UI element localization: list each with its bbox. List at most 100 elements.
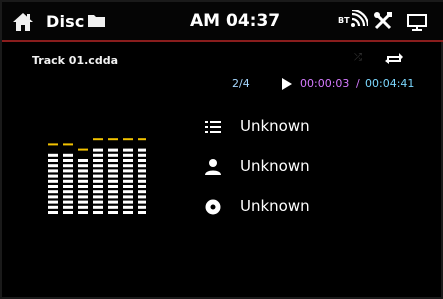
eq-segment [48, 153, 58, 157]
eq-segment [63, 164, 73, 168]
eq-segment [78, 185, 88, 188]
eq-segment [138, 195, 146, 199]
eq-segment [93, 153, 103, 157]
eq-segment [93, 205, 103, 209]
eq-segment [78, 174, 88, 178]
eq-segment [63, 195, 73, 199]
eq-segment [63, 205, 73, 209]
eq-segment [108, 205, 118, 209]
eq-segment [138, 211, 146, 214]
eq-band [93, 138, 103, 214]
eq-segment [48, 169, 58, 173]
eq-segment [78, 169, 88, 173]
eq-segment [138, 179, 146, 183]
eq-peak [78, 148, 88, 151]
source-label[interactable]: Disc [46, 12, 85, 31]
repeat-icon[interactable] [383, 51, 405, 65]
eq-segment [78, 195, 88, 199]
elapsed-time: 00:00:03 [300, 77, 350, 90]
equalizer-visualizer [48, 138, 146, 214]
eq-segment [93, 164, 103, 168]
eq-segment [48, 200, 58, 204]
eq-segment [78, 200, 88, 204]
eq-segment [108, 148, 118, 152]
eq-segment [138, 148, 146, 152]
eq-segment [108, 169, 118, 173]
eq-segment [93, 159, 103, 162]
time-separator: / [356, 77, 360, 90]
eq-band [78, 148, 88, 214]
eq-segment [78, 164, 88, 168]
top-bar-divider [2, 40, 443, 42]
folder-icon[interactable] [88, 14, 105, 27]
eq-segment [93, 174, 103, 178]
eq-peak [108, 138, 118, 141]
eq-peak [63, 143, 73, 146]
eq-segment [78, 211, 88, 214]
eq-band [123, 138, 133, 214]
eq-segment [48, 190, 58, 194]
eq-segment [138, 205, 146, 209]
clock: AM 04:37 [190, 11, 281, 31]
eq-segment [108, 159, 118, 162]
eq-peak [123, 138, 133, 141]
eq-segment [123, 205, 133, 209]
eq-segment [93, 169, 103, 173]
eq-segment [108, 185, 118, 188]
eq-segment [63, 169, 73, 173]
eq-segment [123, 185, 133, 188]
eq-segment [108, 153, 118, 157]
eq-segment [63, 200, 73, 204]
eq-band [63, 143, 73, 214]
eq-segment [63, 153, 73, 157]
eq-segment [138, 174, 146, 178]
eq-segment [93, 179, 103, 183]
display-icon[interactable] [407, 12, 427, 32]
bluetooth-label: BT [338, 16, 350, 25]
eq-band [138, 138, 146, 214]
eq-segment [138, 200, 146, 204]
eq-segment [108, 174, 118, 178]
eq-segment [63, 179, 73, 183]
eq-segment [138, 190, 146, 194]
eq-segment [78, 179, 88, 183]
eq-segment [63, 211, 73, 214]
eq-segment [123, 195, 133, 199]
eq-segment [138, 169, 146, 173]
shuffle-icon[interactable]: ⤮ [354, 52, 362, 63]
eq-segment [108, 195, 118, 199]
eq-segment [138, 185, 146, 188]
eq-segment [108, 211, 118, 214]
tools-icon[interactable] [373, 11, 393, 31]
home-icon[interactable] [12, 12, 34, 32]
play-icon[interactable] [281, 78, 293, 90]
eq-segment [78, 159, 88, 162]
eq-segment [63, 185, 73, 188]
eq-segment [93, 148, 103, 152]
eq-segment [93, 190, 103, 194]
eq-segment [78, 190, 88, 194]
eq-segment [108, 179, 118, 183]
eq-segment [123, 211, 133, 214]
eq-segment [123, 200, 133, 204]
eq-segment [108, 164, 118, 168]
eq-segment [93, 195, 103, 199]
bluetooth-icon[interactable] [350, 10, 368, 28]
eq-segment [123, 153, 133, 157]
track-album: Unknown [240, 197, 310, 215]
eq-peak [138, 138, 146, 141]
disc-icon [205, 199, 221, 215]
eq-segment [63, 190, 73, 194]
total-time: 00:04:41 [365, 77, 415, 90]
eq-segment [48, 211, 58, 214]
eq-segment [108, 200, 118, 204]
eq-segment [78, 205, 88, 209]
eq-segment [138, 164, 146, 168]
eq-segment [48, 185, 58, 188]
eq-segment [123, 179, 133, 183]
eq-segment [48, 179, 58, 183]
track-filename: Track 01.cdda [32, 54, 118, 67]
eq-segment [138, 159, 146, 162]
track-title: Unknown [240, 117, 310, 135]
eq-band [108, 138, 118, 214]
